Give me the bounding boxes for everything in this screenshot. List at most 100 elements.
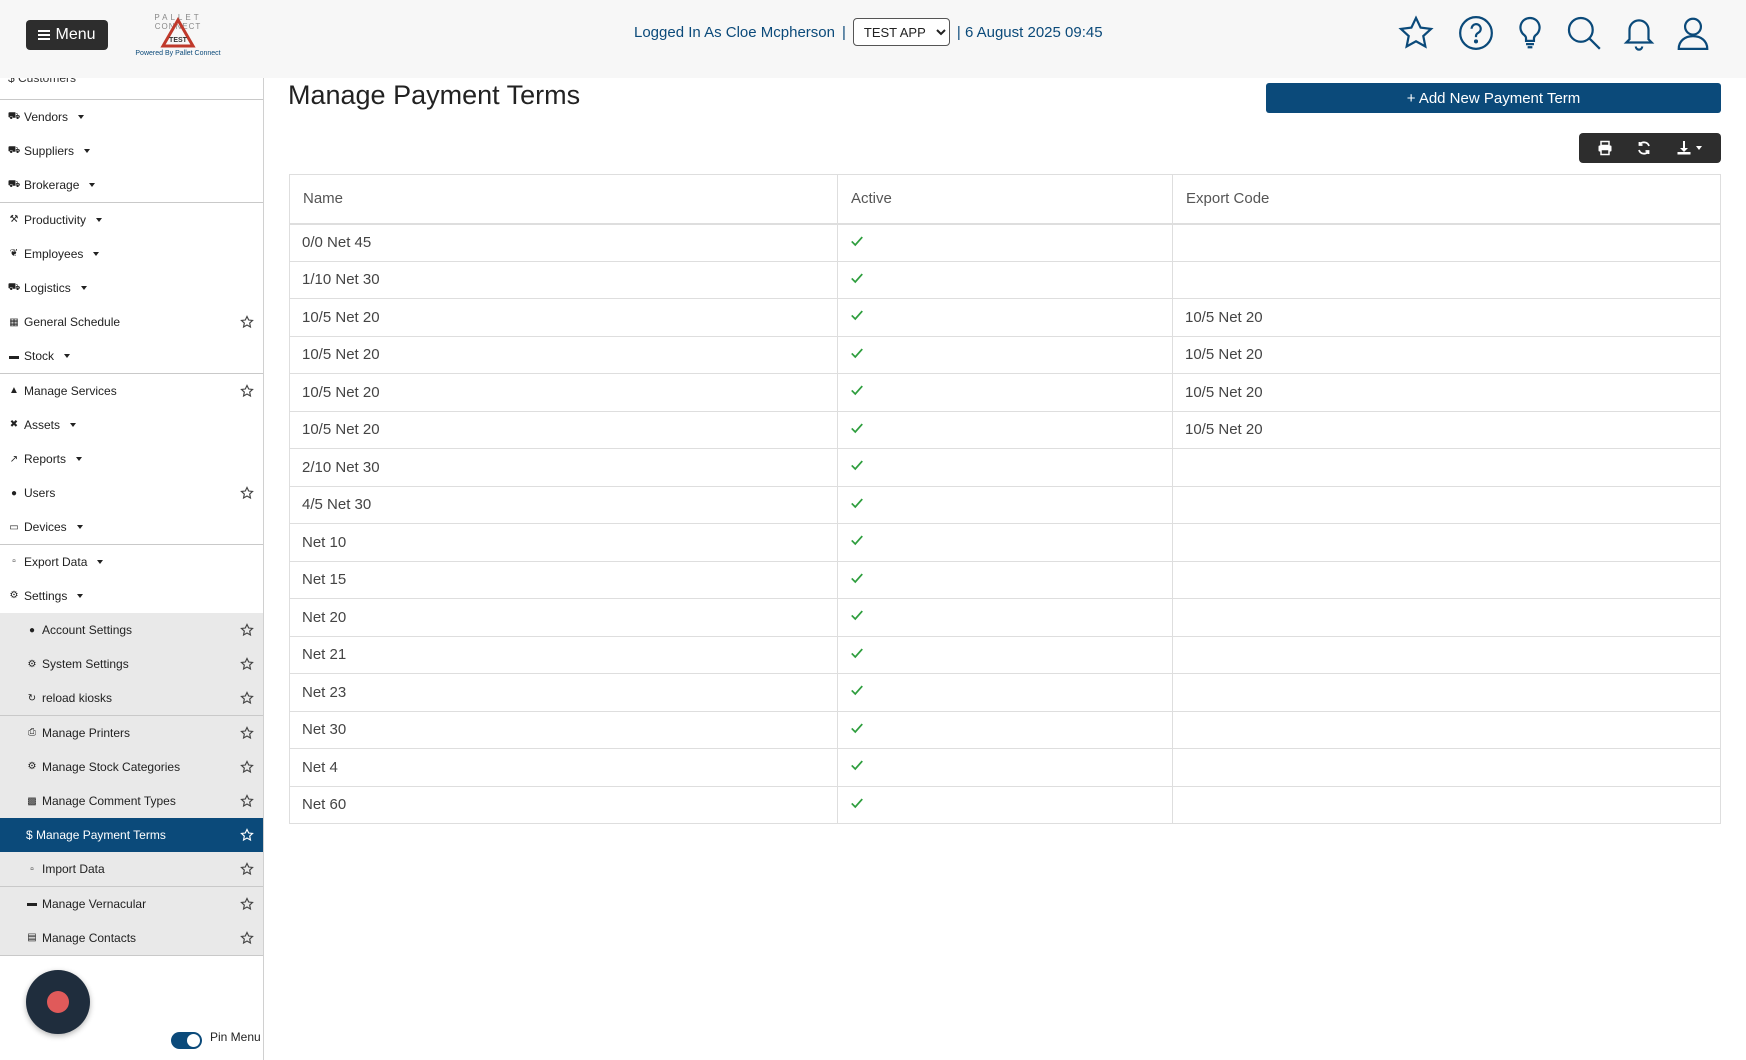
cell-export-code (1172, 635, 1721, 674)
table-row[interactable]: Net 4 (289, 748, 1721, 787)
logo-tagline: Powered By Pallet Connect (135, 50, 221, 57)
add-payment-term-button[interactable]: + Add New Payment Term (1266, 83, 1721, 113)
sidebar-item-label: Manage Stock Categories (42, 759, 181, 774)
table-row[interactable]: 10/5 Net 20 10/5 Net 20 (289, 410, 1721, 449)
sidebar-item-manage-payment-terms[interactable]: $ Manage Payment Terms (0, 818, 263, 854)
sidebar-item-reports[interactable]: ↗ Reports (0, 442, 263, 477)
cell-export-code: 10/5 Net 20 (1172, 335, 1721, 374)
sidebar-item-export-data[interactable]: ▫ Export Data (0, 544, 263, 580)
favorite-star-icon[interactable] (240, 896, 254, 911)
svg-text:TEST: TEST (169, 37, 188, 44)
column-header-active[interactable]: Active (837, 174, 1173, 225)
cell-active (837, 785, 1173, 824)
help-icon[interactable] (1456, 12, 1496, 54)
sidebar-item-manage-printers[interactable]: ⎙ Manage Printers (0, 715, 263, 751)
sidebar-item-productivity[interactable]: ⚒ Productivity (0, 202, 263, 238)
sidebar-item-manage-vernacular[interactable]: ▬ Manage Vernacular (0, 886, 263, 922)
table-row[interactable]: 0/0 Net 45 (289, 223, 1721, 262)
table-row[interactable]: Net 60 (289, 785, 1721, 824)
page-title: Manage Payment Terms (288, 80, 581, 110)
column-header-name[interactable]: Name (289, 174, 838, 225)
record-button[interactable] (26, 970, 90, 1034)
table-row[interactable]: Net 23 (289, 673, 1721, 712)
table-row[interactable]: Net 30 (289, 710, 1721, 749)
sidebar: $ Customers ⛟ Vendors ⛟ Suppliers ⛟ Brokerage… (0, 78, 264, 1060)
sidebar-item-label: Logistics (24, 281, 71, 295)
checkmark-icon (851, 685, 863, 696)
favorite-star-icon[interactable] (240, 623, 254, 637)
hammer-icon: ⚒ (9, 214, 19, 226)
favorite-star-icon[interactable] (240, 794, 254, 808)
cell-export-code (1172, 560, 1721, 599)
favorites-star-icon[interactable] (1396, 12, 1436, 54)
table-row[interactable]: Net 10 (289, 523, 1721, 562)
sidebar-item-manage-contacts[interactable]: ▤ Manage Contacts (0, 920, 263, 956)
sidebar-item-suppliers[interactable]: ⛟ Suppliers (0, 134, 263, 170)
favorite-star-icon[interactable] (240, 862, 254, 876)
table-row[interactable]: 1/10 Net 30 (289, 260, 1721, 299)
favorite-star-icon[interactable] (240, 315, 254, 329)
table-row[interactable]: 10/5 Net 20 10/5 Net 20 (289, 298, 1721, 337)
download-icon (1677, 141, 1691, 155)
sidebar-item-assets[interactable]: ✖ Assets (0, 407, 263, 443)
sidebar-item-content: ⛟ Suppliers (0, 144, 263, 158)
table-row[interactable]: 10/5 Net 20 10/5 Net 20 (289, 335, 1721, 374)
sidebar-item-import-data[interactable]: ▫ Import Data (0, 852, 263, 888)
favorite-star-icon[interactable] (240, 725, 254, 740)
table-row[interactable]: Net 20 (289, 598, 1721, 637)
sidebar-item-settings[interactable]: ⚙ Settings (0, 578, 263, 614)
favorite-star-icon[interactable] (240, 930, 254, 945)
truck-icon: ⛟ (7, 144, 21, 156)
user-profile-icon[interactable] (1673, 12, 1713, 54)
sidebar-item-customers[interactable]: $ Customers (0, 78, 263, 100)
print-icon (1598, 140, 1612, 156)
sidebar-item-content: ▲ Manage Services (0, 384, 263, 398)
refresh-button[interactable] (1630, 136, 1658, 160)
sidebar-item-system-settings[interactable]: ⚙ System Settings (0, 647, 263, 683)
favorite-star-icon[interactable] (240, 486, 254, 500)
sidebar-item-employees[interactable]: ❦ Employees (0, 236, 263, 272)
app-select[interactable]: TEST APP (852, 18, 950, 46)
caret-down-icon (70, 422, 77, 427)
table-row[interactable]: Net 15 (289, 560, 1721, 599)
hamburger-icon (38, 30, 51, 40)
checkmark-icon (851, 310, 863, 321)
bell-icon[interactable] (1619, 12, 1659, 54)
sidebar-item-users[interactable]: ● Users (0, 476, 263, 512)
favorite-star-icon[interactable] (240, 691, 254, 705)
sidebar-item-reload-kiosks[interactable]: ↻ reload kiosks (0, 681, 263, 717)
pin-menu-toggle[interactable] (171, 1032, 202, 1049)
favorite-star-icon[interactable] (240, 828, 254, 842)
sidebar-item-content: ▭ Devices (0, 520, 263, 535)
sidebar-item-stock[interactable]: ▬ Stock (0, 339, 263, 375)
sidebar-item-manage-stock-categories[interactable]: ⚙ Manage Stock Categories (0, 749, 263, 785)
cell-active (837, 223, 1173, 262)
cell-active (837, 298, 1173, 337)
sidebar-item-brokerage[interactable]: ⛟ Brokerage (0, 168, 263, 204)
table-row[interactable]: 2/10 Net 30 (289, 448, 1721, 487)
table-row[interactable]: 10/5 Net 20 10/5 Net 20 (289, 373, 1721, 412)
sidebar-item-vendors[interactable]: ⛟ Vendors (0, 100, 263, 135)
checkmark-icon (851, 573, 863, 583)
sidebar-item-logistics[interactable]: ⛟ Logistics (0, 271, 263, 306)
cell-name: Net 30 (289, 710, 838, 749)
favorite-star-icon[interactable] (240, 759, 254, 774)
favorite-star-icon[interactable] (240, 657, 254, 671)
cell-name: Net 15 (289, 560, 838, 599)
sidebar-item-general-schedule[interactable]: ▦ General Schedule (0, 305, 263, 341)
menu-button[interactable]: Menu (26, 20, 108, 50)
sidebar-item-account-settings[interactable]: ● Account Settings (0, 613, 263, 648)
sidebar-item-label: Devices (24, 520, 67, 535)
search-icon[interactable] (1564, 12, 1604, 54)
favorite-star-icon[interactable] (240, 383, 254, 398)
sidebar-item-manage-comment-types[interactable]: ▩ Manage Comment Types (0, 784, 263, 819)
sidebar-item-devices[interactable]: ▭ Devices (0, 510, 263, 546)
print-button[interactable] (1591, 136, 1619, 160)
sidebar-item-manage-services[interactable]: ▲ Manage Services (0, 373, 263, 409)
table-row[interactable]: 4/5 Net 30 (289, 485, 1721, 524)
cell-name: 10/5 Net 20 (289, 373, 838, 412)
lightbulb-icon[interactable] (1510, 12, 1550, 54)
export-dropdown-button[interactable] (1669, 136, 1709, 160)
table-row[interactable]: Net 21 (289, 635, 1721, 674)
column-header-export-code[interactable]: Export Code (1172, 174, 1721, 225)
